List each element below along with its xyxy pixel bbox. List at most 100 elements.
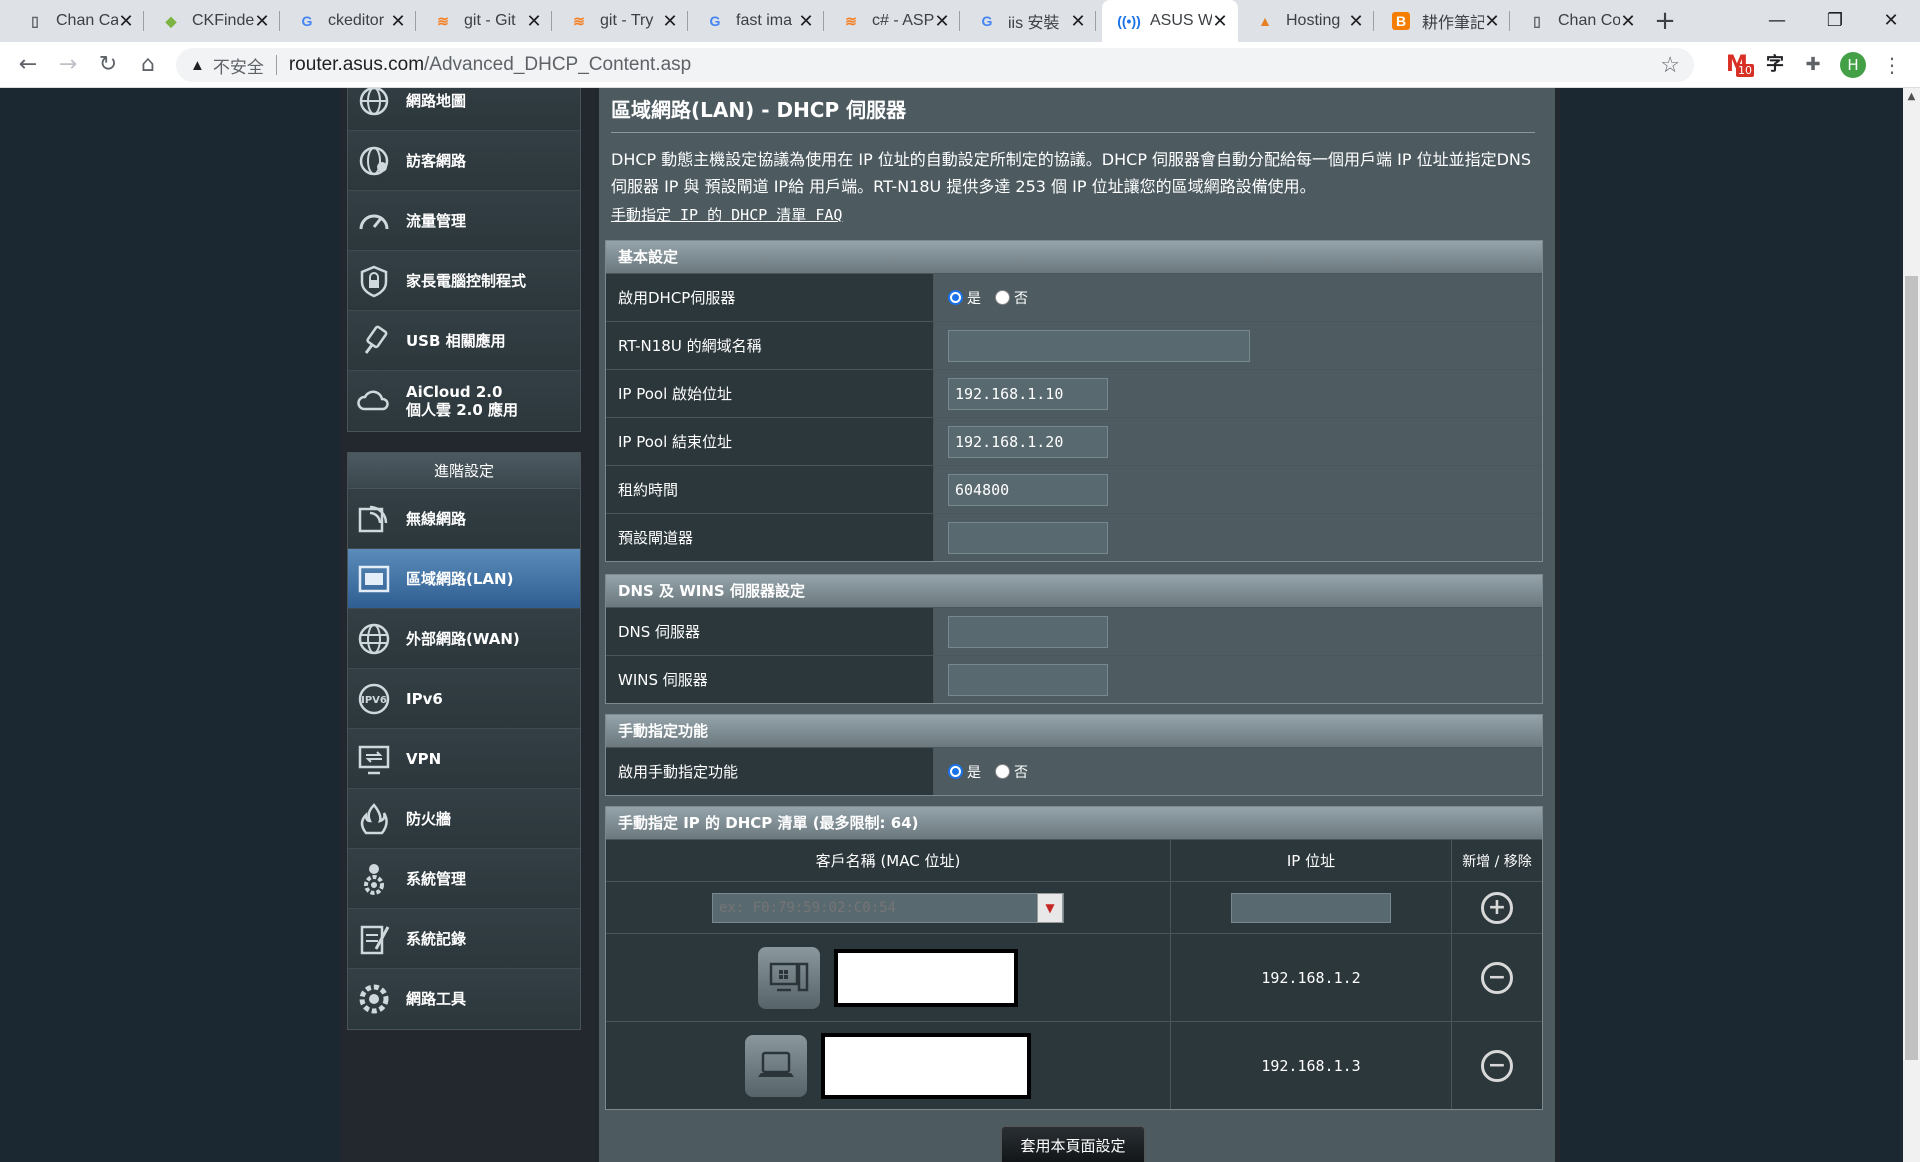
mac-address-combobox[interactable]: ▼ (712, 892, 1064, 923)
device-type-button[interactable] (758, 946, 820, 1009)
browser-tab[interactable]: B 耕作筆記 ✕ (1374, 0, 1510, 42)
gmail-extension-icon[interactable]: M 10 (1722, 52, 1754, 78)
sidebar-item-wireless[interactable]: 無線網路 (348, 489, 580, 549)
enable-dhcp-yes-radio[interactable] (948, 290, 963, 305)
dns-server-row: DNS 伺服器 (606, 607, 1542, 655)
wins-server-row: WINS 伺服器 (606, 655, 1542, 703)
device-type-button[interactable] (745, 1034, 807, 1097)
lease-time-input[interactable] (948, 473, 1108, 506)
sidebar-item-label: IPv6 (406, 689, 443, 708)
table-row: 192.168.1.2 − (606, 933, 1542, 1021)
browser-tab[interactable]: Giis 安裝 ✕ (960, 0, 1096, 42)
close-icon[interactable]: ✕ (526, 11, 542, 32)
dns-wins-section: DNS 及 WINS 伺服器設定 DNS 伺服器 WINS 伺服器 (605, 574, 1543, 704)
browser-tab[interactable]: ▯ Chan Ca ✕ (8, 0, 144, 42)
browser-tab[interactable]: Gfast ima ✕ (688, 0, 824, 42)
page-scrollbar[interactable]: ▲ (1903, 88, 1920, 1162)
enable-manual-no-radio[interactable] (995, 764, 1010, 779)
browser-tab-active[interactable]: ((•)) ASUS W ✕ (1102, 0, 1238, 42)
enable-manual-yes-radio[interactable] (948, 764, 963, 779)
browser-tab[interactable]: ▲ Hosting ✕ (1238, 0, 1374, 42)
remove-entry-button[interactable]: − (1481, 1049, 1513, 1082)
pool-start-row: IP Pool 啟始位址 (606, 369, 1542, 417)
new-tab-button[interactable]: + (1652, 8, 1678, 34)
warning-icon[interactable]: ▲ (190, 57, 205, 74)
browser-tab[interactable]: ≋ git - Try ✕ (552, 0, 688, 42)
close-icon[interactable]: ✕ (254, 11, 270, 32)
apply-settings-button[interactable]: 套用本頁面設定 (1001, 1126, 1145, 1162)
close-icon[interactable]: ✕ (662, 11, 678, 32)
wins-server-input[interactable] (948, 663, 1108, 696)
forward-button[interactable]: → (54, 51, 82, 79)
dhcp-manual-list-section: 手動指定 IP 的 DHCP 清單 (最多限制: 64) 客戶名稱 (MAC 位… (605, 806, 1543, 1110)
close-icon[interactable]: ✕ (934, 11, 950, 32)
remove-entry-button[interactable]: − (1481, 961, 1513, 994)
translate-extension-icon[interactable]: 字 (1762, 52, 1788, 78)
dns-server-input[interactable] (948, 615, 1108, 648)
sidebar-item-system-log[interactable]: 系統記錄 (348, 909, 580, 969)
browser-tab[interactable]: Gckeditor ✕ (280, 0, 416, 42)
mac-dropdown-button[interactable]: ▼ (1037, 892, 1063, 923)
laptop-icon (758, 1051, 794, 1077)
close-icon[interactable]: ✕ (1484, 11, 1500, 32)
browser-tab[interactable]: ▯ Chan Co ✕ (1510, 0, 1646, 42)
new-ip-input[interactable] (1231, 892, 1391, 923)
ip-pool-start-input[interactable] (948, 377, 1108, 410)
sidebar-item-usb[interactable]: USB 相關應用 (348, 311, 580, 371)
content-panel: 區域網路(LAN) - DHCP 伺服器 DHCP 動態主機設定協議為使用在 I… (599, 88, 1555, 1162)
sidebar-item-wan[interactable]: 外部網路(WAN) (348, 609, 580, 669)
chevron-down-icon: ▼ (1045, 900, 1055, 915)
insecure-label[interactable]: 不安全 (213, 53, 264, 78)
close-icon[interactable]: ✕ (1348, 11, 1364, 32)
table-row: 192.168.1.3 − (606, 1021, 1542, 1109)
sidebar-item-parental-control[interactable]: 家長電腦控制程式 (348, 251, 580, 311)
domain-name-input[interactable] (948, 329, 1250, 362)
home-button[interactable]: ⌂ (134, 51, 162, 79)
enable-dhcp-no-radio[interactable] (995, 290, 1010, 305)
scroll-up-arrow-icon[interactable]: ▲ (1903, 88, 1920, 105)
sidebar-advanced-menu: 進階設定 無線網路 區域網路(LAN) 外部網路(WAN) IPV6 IPv6 … (347, 452, 581, 1030)
add-entry-button[interactable]: + (1481, 891, 1513, 924)
faq-link[interactable]: 手動指定 IP 的 DHCP 清單 FAQ (611, 204, 842, 225)
extensions-puzzle-icon[interactable]: ✚ (1800, 52, 1826, 78)
close-icon[interactable]: ✕ (390, 11, 406, 32)
close-icon[interactable]: ✕ (1070, 11, 1086, 32)
reload-button[interactable]: ↻ (94, 51, 122, 79)
browser-tab[interactable]: ≋ git - Git ✕ (416, 0, 552, 42)
sidebar-item-ipv6[interactable]: IPV6 IPv6 (348, 669, 580, 729)
close-icon[interactable]: ✕ (118, 11, 134, 32)
close-window-button[interactable]: ✕ (1876, 6, 1906, 36)
browser-tab[interactable]: ◆ CKFinde ✕ (144, 0, 280, 42)
close-icon[interactable]: ✕ (1620, 11, 1636, 32)
profile-avatar[interactable]: H (1840, 52, 1866, 78)
minimize-button[interactable]: — (1762, 6, 1792, 36)
address-bar[interactable]: ▲ 不安全 router.asus.com/Advanced_DHCP_Cont… (176, 48, 1694, 82)
globe-icon (359, 88, 389, 115)
bookmark-star-icon[interactable]: ☆ (1660, 52, 1680, 78)
sidebar-item-network-tools[interactable]: 網路工具 (348, 969, 580, 1029)
browser-menu-icon[interactable]: ⋮ (1882, 52, 1902, 78)
close-icon[interactable]: ✕ (1212, 11, 1228, 32)
sidebar-item-administration[interactable]: 系統管理 (348, 849, 580, 909)
ip-pool-end-input[interactable] (948, 425, 1108, 458)
sidebar-item-lan[interactable]: 區域網路(LAN) (348, 549, 580, 609)
column-header-ip: IP 位址 (1171, 840, 1452, 881)
firewall-icon (360, 802, 388, 834)
scrollbar-thumb[interactable] (1905, 276, 1918, 1060)
sidebar-item-aicloud[interactable]: AiCloud 2.0 個人雲 2.0 應用 (348, 371, 580, 431)
default-gateway-input[interactable] (948, 521, 1108, 554)
browser-tab[interactable]: ≋ c# - ASP ✕ (824, 0, 960, 42)
close-icon[interactable]: ✕ (798, 11, 814, 32)
sidebar-item-vpn[interactable]: VPN (348, 729, 580, 789)
sidebar-item-traffic-manager[interactable]: 流量管理 (348, 191, 580, 251)
basic-settings-section: 基本設定 啟用DHCP伺服器 是 否 RT-N18U 的網域名稱 IP Pool… (605, 240, 1543, 562)
google-icon: G (709, 13, 721, 29)
sidebar-item-firewall[interactable]: 防火牆 (348, 789, 580, 849)
ckfinder-icon: ◆ (165, 12, 177, 29)
maximize-button[interactable]: ❐ (1820, 6, 1850, 36)
sidebar-item-guest-network[interactable]: 訪客網路 (348, 131, 580, 191)
sidebar-item-network-map[interactable]: 網路地圖 (348, 88, 580, 131)
network-tools-icon (359, 984, 389, 1014)
mac-address-input[interactable] (713, 893, 1035, 922)
back-button[interactable]: ← (14, 51, 42, 79)
